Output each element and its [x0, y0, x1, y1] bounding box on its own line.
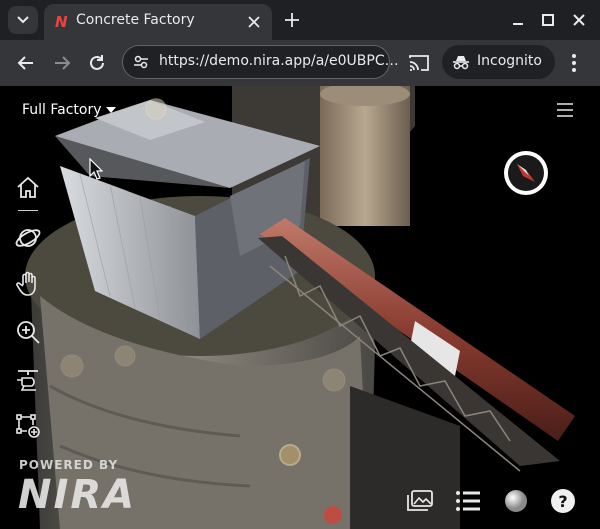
3d-viewer[interactable]: Full Factory POWERED BY NIRA ?	[0, 86, 600, 529]
forward-button[interactable]	[50, 51, 74, 75]
scene-selector-label: Full Factory	[22, 102, 102, 118]
incognito-label: Incognito	[477, 53, 542, 69]
tool-divider	[18, 210, 38, 211]
tab-title: Concrete Factory	[76, 12, 195, 28]
home-icon[interactable]	[14, 174, 42, 202]
browser-toolbar: https://demo.nira.app/a/e0UBPC… Incognit…	[0, 40, 600, 86]
zoom-icon[interactable]	[14, 318, 42, 346]
svg-text:N: N	[55, 13, 68, 31]
arrow-left-icon	[17, 56, 33, 70]
tab-strip: N Concrete Factory	[0, 0, 600, 40]
nira-favicon-icon: N	[55, 13, 68, 31]
reload-icon	[90, 55, 104, 70]
minimize-icon[interactable]	[508, 10, 528, 30]
more-menu-icon[interactable]	[564, 52, 584, 74]
back-button[interactable]	[14, 51, 38, 75]
url-text[interactable]: https://demo.nira.app/a/e0UBPC…	[159, 53, 399, 69]
incognito-icon	[453, 56, 469, 70]
maximize-icon[interactable]	[538, 10, 558, 30]
list-icon[interactable]	[453, 486, 483, 516]
hamburger-menu-icon[interactable]	[556, 101, 574, 119]
new-tab-icon[interactable]	[283, 11, 301, 29]
arrow-right-icon	[55, 56, 71, 70]
pan-hand-icon[interactable]	[14, 270, 42, 298]
cast-icon[interactable]	[408, 52, 430, 74]
caret-down-icon	[105, 107, 116, 113]
chevron-down-icon	[17, 16, 29, 24]
material-sphere-icon[interactable]	[501, 486, 531, 516]
mouse-cursor-icon	[89, 158, 103, 180]
compass-icon[interactable]	[503, 150, 549, 196]
reload-button[interactable]	[85, 51, 109, 75]
scene-selector[interactable]: Full Factory	[22, 102, 116, 118]
address-bar[interactable]: https://demo.nira.app/a/e0UBPC…	[122, 45, 399, 79]
svg-text:?: ?	[558, 492, 567, 511]
close-window-icon[interactable]	[569, 10, 589, 30]
svg-text:NIRA: NIRA	[18, 472, 136, 514]
measure-icon[interactable]	[14, 412, 42, 440]
help-icon[interactable]: ?	[548, 486, 578, 516]
active-tab[interactable]: N Concrete Factory	[44, 4, 272, 40]
orbit-icon[interactable]	[14, 224, 42, 252]
gallery-icon[interactable]	[405, 486, 435, 516]
nira-logo[interactable]: NIRA	[18, 470, 168, 514]
tab-search-button[interactable]	[8, 6, 38, 34]
incognito-badge[interactable]: Incognito	[442, 45, 555, 79]
helicopter-icon[interactable]	[14, 366, 42, 394]
close-tab-icon[interactable]	[246, 14, 262, 30]
site-settings-icon[interactable]	[133, 54, 149, 70]
